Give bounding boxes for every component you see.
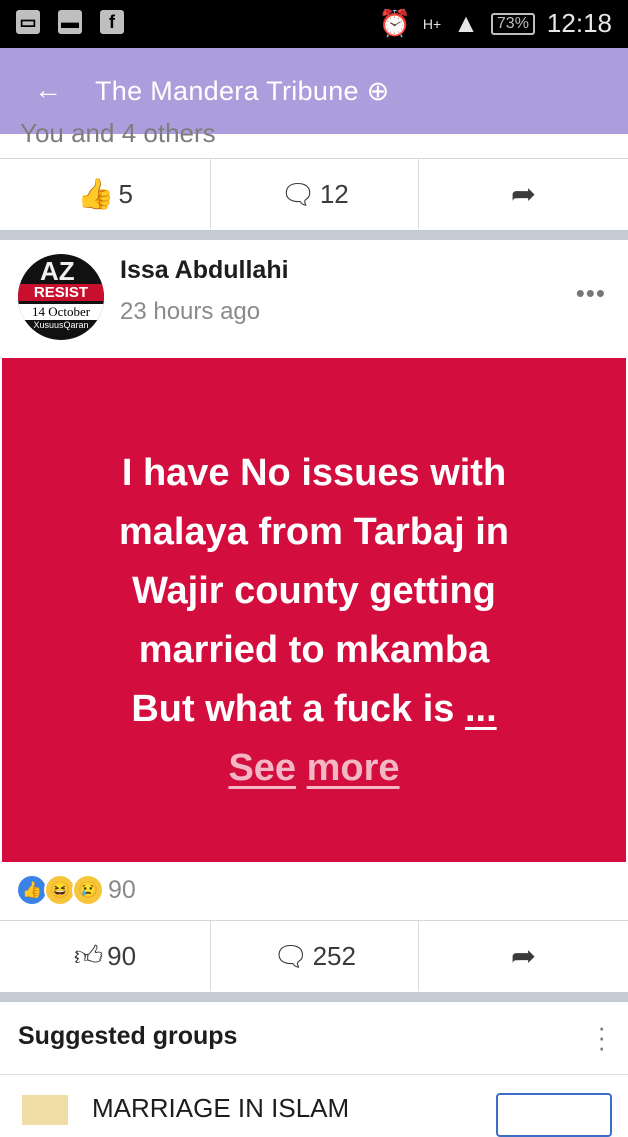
share-button[interactable]: ➦ — [419, 921, 628, 991]
back-arrow-icon[interactable]: ← — [34, 74, 62, 106]
prev-reaction-summary: You and 4 others — [20, 118, 216, 148]
prev-like-button[interactable]: 👍 5 — [0, 159, 210, 229]
post-divider — [0, 230, 628, 240]
image-icon: ▭ — [16, 10, 40, 34]
group-name[interactable]: MARRIAGE IN ISLAM — [92, 1093, 349, 1124]
globe-icon: ⊕ — [358, 76, 390, 106]
like-count: 90 — [107, 940, 137, 971]
prev-post-action-bar: 👍 5 🗨 12 ➦ — [0, 158, 628, 229]
suggested-groups-title: Suggested groups — [18, 1022, 238, 1050]
post-text: I have No issues with malaya from Tarbaj… — [119, 452, 509, 789]
group-thumbnail — [22, 1095, 68, 1125]
sad-reaction-icon: 😢 — [72, 874, 104, 906]
like-button[interactable]: 👍︎ 90 — [0, 921, 210, 991]
avatar[interactable]: AZ RESIST 14 October XusuusQaran — [18, 254, 104, 340]
share-icon: ➦ — [510, 177, 537, 211]
thumbs-up-icon: 👍︎ — [73, 940, 104, 971]
see-more-link-2[interactable]: more — [307, 747, 400, 789]
section-divider — [0, 992, 628, 1002]
vertical-dots-icon[interactable]: · · · — [597, 1014, 606, 1060]
author-name[interactable]: Issa Abdullahi — [120, 256, 289, 285]
comment-icon: 🗨 — [280, 178, 316, 210]
clock: 12:18 — [546, 8, 612, 38]
post-action-bar: 👍︎ 90 🗨 252 ➦ — [0, 920, 628, 991]
battery-indicator: 73% — [490, 12, 535, 35]
reaction-count: 90 — [108, 875, 136, 904]
alarm-icon: ⏰ — [378, 8, 411, 38]
prev-comment-button[interactable]: 🗨 12 — [211, 159, 418, 229]
reaction-summary[interactable]: 👍 😆 😢 90 — [16, 874, 136, 906]
comment-count: 252 — [312, 940, 356, 971]
thumbs-up-filled-icon: 👍 — [77, 177, 115, 211]
message-icon: ▬ — [58, 10, 82, 34]
post-content: I have No issues with malaya from Tarbaj… — [2, 358, 626, 862]
prev-share-button[interactable]: ➦ — [419, 159, 628, 229]
join-group-button[interactable] — [496, 1093, 612, 1137]
more-options-icon[interactable]: ••• — [576, 278, 606, 309]
signal-icon: ▲ — [453, 8, 479, 38]
page-title: The Mandera Tribune ⊕ — [95, 76, 390, 106]
see-more-link[interactable]: See — [228, 747, 296, 789]
like-count: 5 — [118, 178, 133, 209]
post-header: AZ RESIST 14 October XusuusQaran Issa Ab… — [0, 248, 628, 358]
comment-icon: 🗨 — [273, 940, 309, 972]
suggested-group-row[interactable]: MARRIAGE IN ISLAM — [0, 1074, 628, 1137]
post-time[interactable]: 23 hours ago — [120, 298, 260, 326]
share-icon: ➦ — [510, 939, 537, 973]
facebook-icon: f — [100, 10, 124, 34]
network-indicator: H+ — [422, 15, 442, 32]
status-bar: ▭ ▬ f ⏰ H+ ▲ 73% 12:18 — [0, 0, 628, 48]
comment-button[interactable]: 🗨 252 — [211, 921, 418, 991]
ellipsis-link[interactable]: ... — [465, 688, 497, 730]
comment-count: 12 — [319, 178, 349, 209]
